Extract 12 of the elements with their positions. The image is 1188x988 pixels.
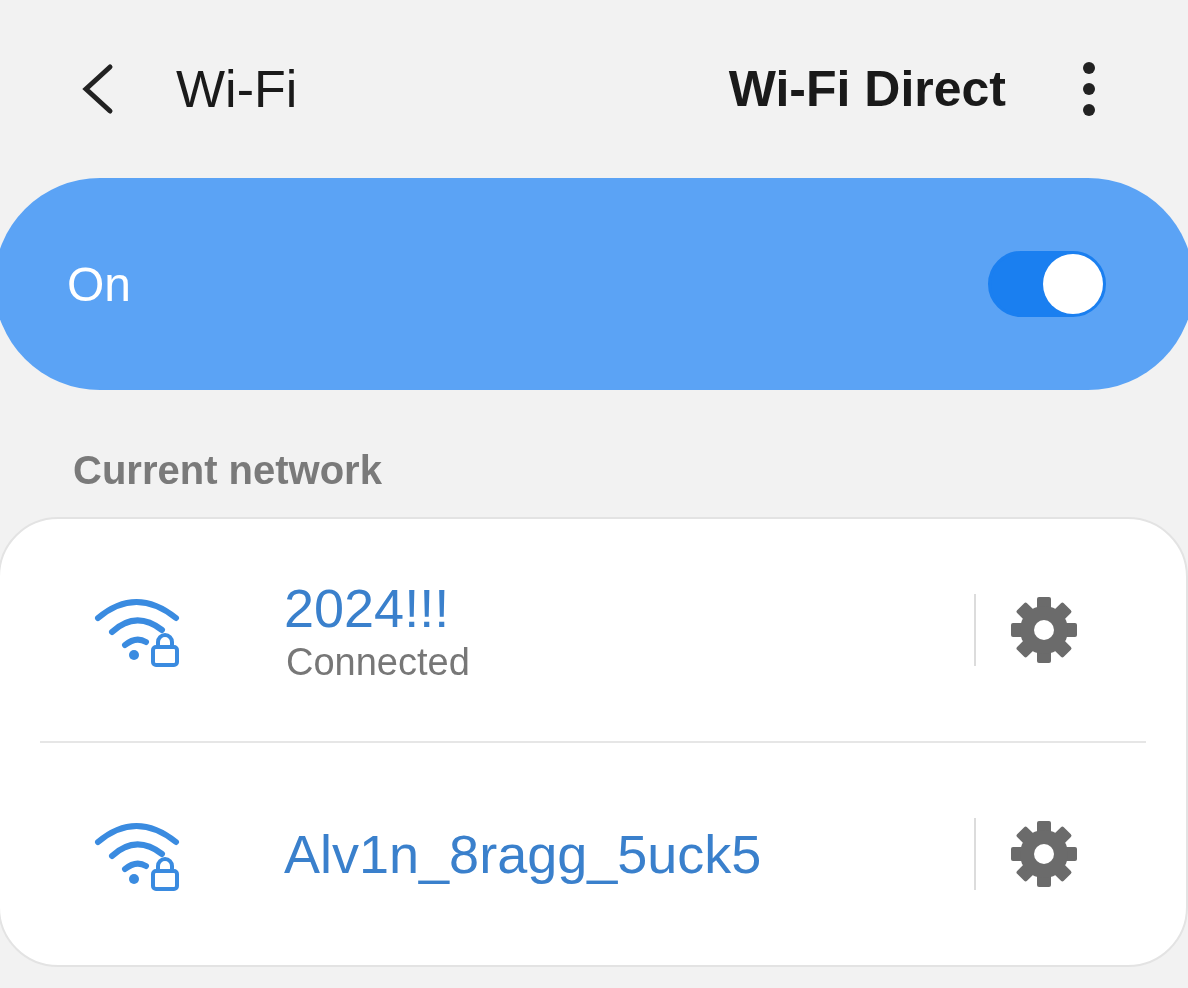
network-status: Connected [286,640,471,684]
network-name[interactable]: Alv1n_8ragg_5uck5 [284,823,974,885]
section-heading: Current network [72,447,383,494]
more-options-icon[interactable] [1082,61,1096,117]
settings-icon[interactable] [1010,820,1078,888]
back-icon[interactable] [80,63,114,115]
master-switch-bar[interactable]: On [0,178,1188,390]
wifi-direct-link[interactable]: Wi-Fi Direct [728,60,1006,118]
screen-title: Wi-Fi [176,59,298,119]
settings-icon[interactable] [1010,596,1078,664]
network-name[interactable]: 2024!!! [284,576,974,639]
switch-label: On [67,256,133,312]
